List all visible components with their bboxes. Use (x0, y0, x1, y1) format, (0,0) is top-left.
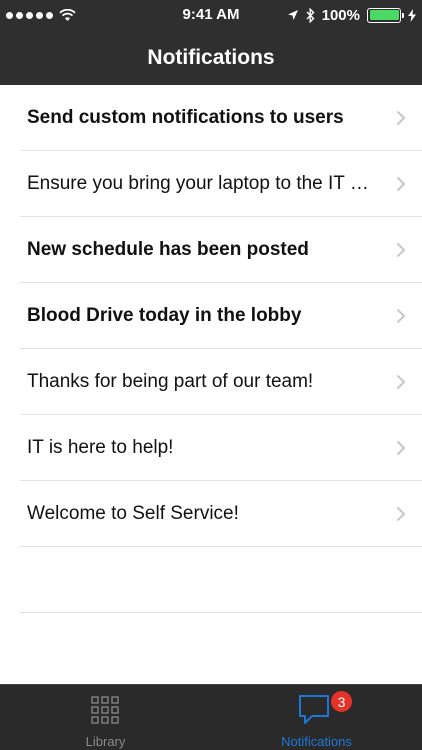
battery-icon (367, 7, 404, 23)
notification-count-badge: 3 (330, 690, 353, 713)
notification-label: New schedule has been posted (27, 238, 309, 260)
notification-row[interactable]: Blood Drive today in the lobby (20, 283, 422, 349)
page-title: Notifications (147, 45, 275, 69)
tab-bar: Library 3 Notifications (0, 684, 422, 750)
bluetooth-icon (306, 7, 315, 23)
notification-label: Ensure you bring your laptop to the IT h… (27, 172, 370, 194)
wifi-icon (59, 8, 76, 21)
notification-label: Blood Drive today in the lobby (27, 304, 302, 326)
notification-row[interactable]: Ensure you bring your laptop to the IT h… (20, 151, 422, 217)
status-right: 100% (287, 0, 416, 30)
notification-label: Send custom notifications to users (27, 106, 344, 128)
status-bar: 9:41 AM 100% (0, 0, 422, 30)
chevron-right-icon (396, 308, 406, 324)
notification-row[interactable]: Welcome to Self Service! (20, 481, 422, 547)
notification-row[interactable]: New schedule has been posted (20, 217, 422, 283)
notification-row[interactable]: Send custom notifications to users (20, 85, 422, 151)
chevron-right-icon (396, 374, 406, 390)
charging-bolt-icon (408, 8, 416, 22)
navigation-bar: Notifications (0, 30, 422, 85)
grid-icon (91, 696, 119, 724)
chat-bubble-icon (299, 695, 329, 724)
chevron-right-icon (396, 440, 406, 456)
tab-notifications[interactable]: 3 Notifications (211, 685, 422, 750)
notification-row[interactable]: Thanks for being part of our team! (20, 349, 422, 415)
tab-library[interactable]: Library (0, 685, 211, 750)
chevron-right-icon (396, 242, 406, 258)
notification-label: Thanks for being part of our team! (27, 370, 314, 392)
notification-list: Send custom notifications to users Ensur… (0, 85, 422, 613)
notification-label: Welcome to Self Service! (27, 502, 239, 524)
chevron-right-icon (396, 506, 406, 522)
status-left (6, 0, 76, 30)
signal-dots-icon (6, 11, 53, 19)
tab-notifications-label: Notifications (281, 734, 352, 749)
chevron-right-icon (396, 110, 406, 126)
battery-level (369, 10, 399, 20)
notification-label: IT is here to help! (27, 436, 174, 458)
empty-row (20, 547, 422, 613)
location-arrow-icon (287, 10, 298, 20)
chevron-right-icon (396, 176, 406, 192)
notification-row[interactable]: IT is here to help! (20, 415, 422, 481)
tab-library-label: Library (85, 734, 126, 749)
battery-percent: 100% (321, 6, 360, 24)
